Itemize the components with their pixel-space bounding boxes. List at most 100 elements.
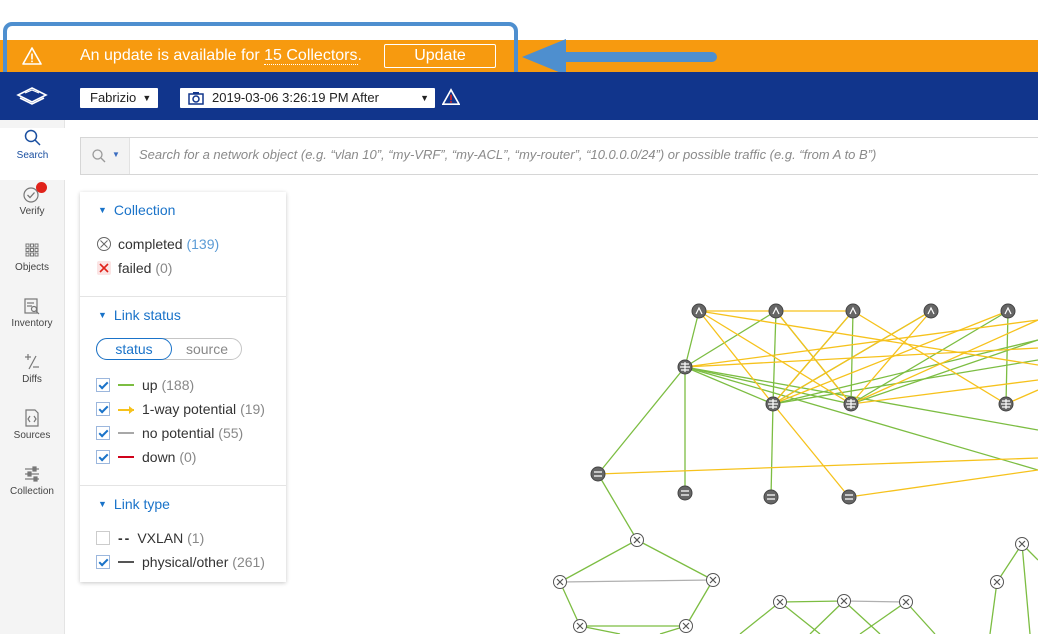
router-node-icon[interactable]	[706, 573, 720, 587]
topology-link[interactable]	[848, 469, 1038, 498]
topology-link[interactable]	[989, 581, 998, 634]
rail-item-sources[interactable]: Sources	[0, 408, 64, 460]
router-node-icon[interactable]	[679, 619, 693, 633]
row-count: (55)	[218, 425, 244, 441]
topology-link[interactable]	[559, 539, 638, 583]
router-node-icon[interactable]	[1015, 537, 1029, 551]
divider	[80, 296, 286, 297]
firewall-node-icon[interactable]	[1000, 303, 1016, 319]
topology-link[interactable]	[685, 579, 714, 627]
router-node-icon[interactable]	[773, 595, 787, 609]
switch-node-icon[interactable]	[841, 489, 857, 505]
checkbox[interactable]	[96, 402, 110, 416]
topology-link[interactable]	[684, 310, 700, 368]
topology-link[interactable]	[559, 579, 714, 583]
switch-node-icon[interactable]	[590, 466, 606, 482]
firewall-node-icon[interactable]	[768, 303, 784, 319]
topology-link[interactable]	[772, 310, 932, 405]
link-1way-row[interactable]: 1-way potential (19)	[96, 401, 265, 417]
topology-link[interactable]	[684, 366, 774, 405]
snapshot-dropdown[interactable]: 2019-03-06 3:26:19 PM After ▼	[180, 88, 435, 108]
chevron-down-icon: ▼	[112, 150, 120, 159]
checkbox[interactable]	[96, 531, 110, 545]
link-physical-row[interactable]: physical/other (261)	[96, 554, 265, 570]
inventory-icon	[24, 298, 40, 315]
rail-item-diffs[interactable]: Diffs	[0, 352, 64, 404]
app-logo-layers-icon[interactable]	[16, 86, 48, 108]
topology-link[interactable]	[859, 601, 907, 634]
update-button[interactable]: Update	[384, 44, 496, 68]
link-status-section-header[interactable]: ▼ Link status	[98, 307, 181, 323]
link-up-row[interactable]: up (188)	[96, 377, 194, 393]
checkbox[interactable]	[96, 378, 110, 392]
topology-link[interactable]	[852, 310, 1007, 405]
core-switch-node-icon[interactable]	[677, 359, 693, 375]
topology-link[interactable]	[1005, 310, 1009, 405]
firewall-node-icon[interactable]	[691, 303, 707, 319]
search-icon	[92, 149, 106, 163]
topology-link[interactable]	[597, 473, 638, 541]
link-no-potential-row[interactable]: no potential (55)	[96, 425, 243, 441]
core-switch-node-icon[interactable]	[843, 396, 859, 412]
topology-link[interactable]	[809, 600, 845, 634]
topology-link[interactable]	[843, 600, 881, 634]
topology-link[interactable]	[843, 600, 907, 603]
topology-link[interactable]	[739, 601, 781, 634]
snapshot-warning-icon[interactable]	[442, 88, 460, 106]
router-node-icon[interactable]	[573, 619, 587, 633]
collection-failed-row[interactable]: failed (0)	[96, 260, 172, 276]
switch-node-icon[interactable]	[677, 485, 693, 501]
search-icon	[24, 129, 41, 146]
topology-link[interactable]	[698, 310, 774, 405]
checkbox[interactable]	[96, 426, 110, 440]
user-dropdown[interactable]: Fabrizio ▼	[80, 88, 159, 108]
topology-link[interactable]	[770, 403, 774, 498]
topology-link[interactable]	[1021, 543, 1031, 634]
firewall-node-icon[interactable]	[845, 303, 861, 319]
rail-item-inventory[interactable]: Inventory	[0, 296, 64, 348]
legend-line-icon	[118, 456, 134, 458]
collectors-link[interactable]: 15 Collectors	[264, 47, 358, 65]
search-scope-dropdown[interactable]: ▼	[81, 138, 130, 174]
rail-item-verify[interactable]: Verify	[0, 182, 64, 236]
link-down-row[interactable]: down (0)	[96, 449, 196, 465]
router-node-icon[interactable]	[899, 595, 913, 609]
rail-item-search[interactable]: Search	[0, 128, 65, 180]
search-input[interactable]	[137, 146, 1038, 163]
topology-link[interactable]	[636, 539, 714, 581]
core-switch-node-icon[interactable]	[998, 396, 1014, 412]
topology-link[interactable]	[779, 601, 821, 634]
router-node-icon[interactable]	[630, 533, 644, 547]
section-title: Link status	[113, 307, 181, 323]
switch-node-icon[interactable]	[763, 489, 779, 505]
topology-link[interactable]	[597, 366, 686, 475]
topology-link[interactable]	[597, 457, 1038, 475]
collection-completed-row[interactable]: completed (139)	[96, 236, 219, 252]
rail-item-objects[interactable]: Objects	[0, 240, 64, 292]
rail-item-collection[interactable]: Collection	[0, 464, 64, 516]
failed-status-icon	[97, 261, 111, 275]
topology-link[interactable]	[779, 600, 845, 603]
row-count: (188)	[161, 377, 195, 393]
legend-line-icon	[118, 561, 134, 563]
core-switch-node-icon[interactable]	[765, 396, 781, 412]
topology-link[interactable]	[772, 403, 850, 498]
checkbox[interactable]	[96, 555, 110, 569]
link-type-section-header[interactable]: ▼ Link type	[98, 496, 170, 512]
router-node-icon[interactable]	[990, 575, 1004, 589]
row-label: failed	[118, 260, 152, 276]
router-node-icon[interactable]	[837, 594, 851, 608]
collection-sliders-icon	[25, 466, 39, 482]
firewall-node-icon[interactable]	[923, 303, 939, 319]
collection-section-header[interactable]: ▼ Collection	[98, 202, 175, 218]
section-title: Link type	[113, 496, 170, 512]
topology-link[interactable]	[684, 310, 777, 368]
link-vxlan-row[interactable]: -- VXLAN (1)	[96, 530, 204, 546]
topology-link[interactable]	[559, 581, 581, 627]
checkbox[interactable]	[96, 450, 110, 464]
router-node-icon[interactable]	[553, 575, 567, 589]
toggle-status[interactable]: status	[96, 338, 172, 360]
toggle-source[interactable]: source	[173, 339, 241, 359]
verify-alert-badge	[36, 182, 47, 193]
row-label: VXLAN	[137, 530, 184, 546]
